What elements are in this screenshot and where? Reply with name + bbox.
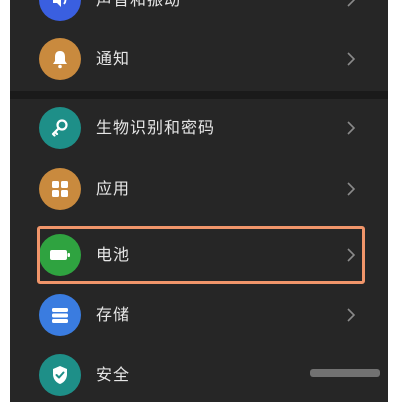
chevron-right-icon: [344, 97, 358, 159]
settings-screen: 声音和振动 通知 生物识别和密码: [10, 0, 388, 402]
settings-item-sound-vibration[interactable]: 声音和振动: [10, 0, 388, 31]
chevron-right-icon: [344, 224, 358, 286]
chevron-right-icon: [344, 28, 358, 90]
settings-item-label: 声音和振动: [96, 0, 181, 31]
chevron-right-icon: [344, 0, 358, 31]
battery-icon: [39, 234, 81, 276]
settings-item-label: 通知: [96, 49, 131, 68]
apps-grid-icon: [39, 168, 81, 210]
settings-item-label: 生物识别和密码: [96, 118, 216, 137]
settings-item-battery[interactable]: 电池: [10, 224, 388, 286]
chevron-right-icon: [344, 158, 358, 220]
settings-item-notifications[interactable]: 通知: [10, 28, 388, 90]
key-icon: [39, 107, 81, 149]
settings-item-biometrics-password[interactable]: 生物识别和密码: [10, 97, 388, 159]
watermark-logo: [310, 369, 380, 377]
storage-icon: [39, 294, 81, 336]
settings-item-apps[interactable]: 应用: [10, 158, 388, 220]
settings-item-label: 电池: [96, 245, 131, 264]
speaker-icon: [39, 0, 81, 21]
settings-item-label: 应用: [96, 179, 131, 198]
settings-item-storage[interactable]: 存储: [10, 284, 388, 346]
settings-item-label: 安全: [96, 365, 131, 384]
chevron-right-icon: [344, 284, 358, 346]
settings-item-label: 存储: [96, 305, 131, 324]
bell-icon: [39, 38, 81, 80]
shield-icon: [39, 354, 81, 396]
